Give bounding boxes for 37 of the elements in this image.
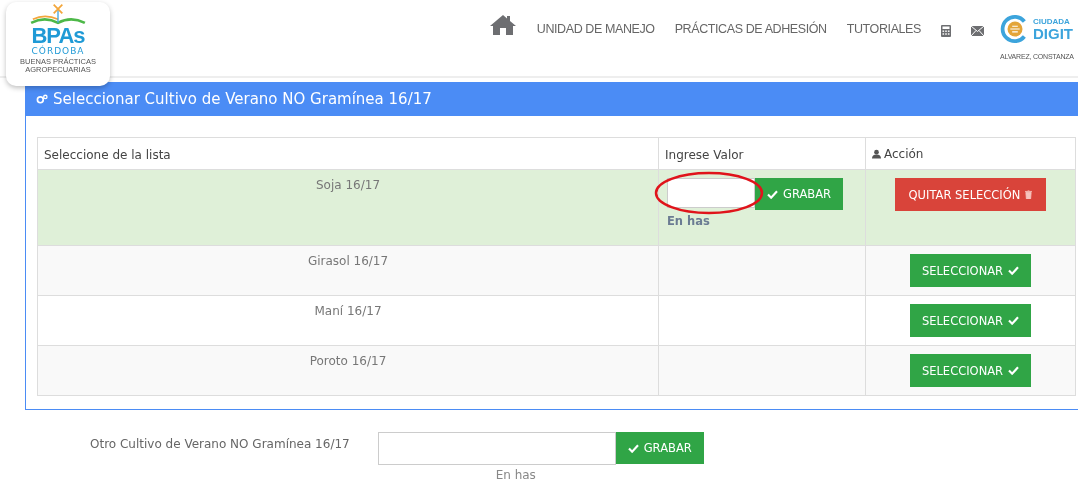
select-button[interactable]: SELECCIONAR: [909, 304, 1032, 337]
mail-icon[interactable]: [971, 26, 984, 36]
save-button[interactable]: GRABAR: [615, 432, 704, 464]
select-button[interactable]: SELECCIONAR: [909, 254, 1032, 287]
panel-title: Seleccionar Cultivo de Verano NO Gramínea 16/17: [53, 90, 432, 108]
logo-subtitle: CÓRDOBA: [31, 47, 85, 56]
field-label: Otro Cultivo de Verano NO Gramínea 16/17: [90, 436, 350, 453]
select-button[interactable]: SELECCIONAR: [909, 354, 1032, 387]
nav-link[interactable]: UNIDAD DE MANEJO: [536, 22, 655, 36]
gears-icon: [36, 94, 48, 104]
nav-link[interactable]: PRÁCTICAS DE ADHESIÓN: [674, 22, 827, 36]
check-icon: [767, 189, 778, 199]
brand-name: DIGIT: [1033, 25, 1073, 41]
crop-name: Girasol 16/17: [307, 254, 389, 268]
check-icon: [1008, 366, 1020, 375]
nav-link[interactable]: TUTORIALES: [846, 22, 921, 36]
crop-name: Poroto 16/17: [309, 354, 387, 368]
check-icon: [1008, 266, 1020, 275]
calculator-icon[interactable]: [941, 25, 951, 37]
column-header: Ingrese Valor: [665, 148, 744, 162]
other-crop-input[interactable]: [377, 432, 616, 465]
column-header: Acción: [884, 147, 924, 161]
crop-name: Maní 16/17: [314, 304, 382, 318]
value-input[interactable]: [667, 178, 755, 208]
home-icon[interactable]: [488, 14, 517, 36]
crop-name: Soja 16/17: [315, 178, 380, 192]
save-button[interactable]: GRABAR: [755, 178, 844, 210]
unit-hint: En has: [667, 214, 711, 228]
remove-selection-button[interactable]: QUITAR SELECCIÓN: [894, 178, 1047, 211]
unit-hint: En has: [495, 468, 536, 479]
check-icon: [1008, 316, 1020, 325]
brand-name: CIUDADA: [1033, 17, 1071, 26]
column-header: Seleccione de la lista: [44, 148, 171, 162]
user-icon: [872, 149, 881, 159]
check-icon: [627, 443, 639, 453]
trash-icon: [1025, 190, 1033, 199]
logo-title: BPAs: [31, 25, 85, 47]
